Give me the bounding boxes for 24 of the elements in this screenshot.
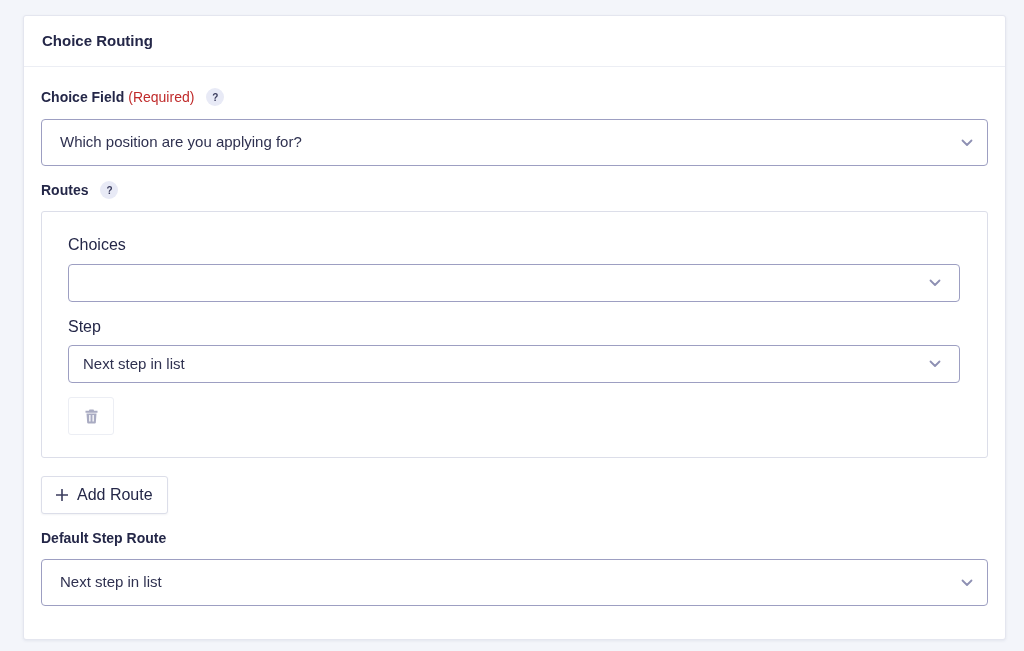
field-label: Default Step Route <box>41 529 167 548</box>
select-field[interactable] <box>68 264 960 302</box>
field-label: Step <box>68 317 101 337</box>
select-field[interactable]: Next step in list <box>68 345 960 383</box>
field-label: Choices <box>68 235 126 255</box>
select-field[interactable]: Which position are you applying for? <box>41 119 988 166</box>
select-field[interactable]: Next step in list <box>41 559 988 606</box>
select-value: Next step in list <box>60 572 162 593</box>
plus-icon <box>56 489 68 501</box>
select-value: Next step in list <box>83 353 185 374</box>
field-label: Choice Field <box>41 87 125 107</box>
chevron-down-icon <box>961 578 973 587</box>
field-label: Routes <box>41 180 89 200</box>
help-tooltip-trigger[interactable]: ? <box>100 181 119 199</box>
help-tooltip-trigger[interactable]: ? <box>206 88 225 106</box>
required-note: (Required) <box>128 87 195 107</box>
chevron-down-icon <box>929 360 941 368</box>
panel-title: Choice Routing <box>42 30 153 51</box>
chevron-down-icon <box>929 279 941 287</box>
trash-icon <box>84 408 98 424</box>
chevron-down-icon <box>961 138 973 147</box>
add-route-button[interactable]: Add Route <box>41 476 168 514</box>
select-value: Which position are you applying for? <box>60 132 302 153</box>
delete-route-button[interactable] <box>68 397 114 435</box>
